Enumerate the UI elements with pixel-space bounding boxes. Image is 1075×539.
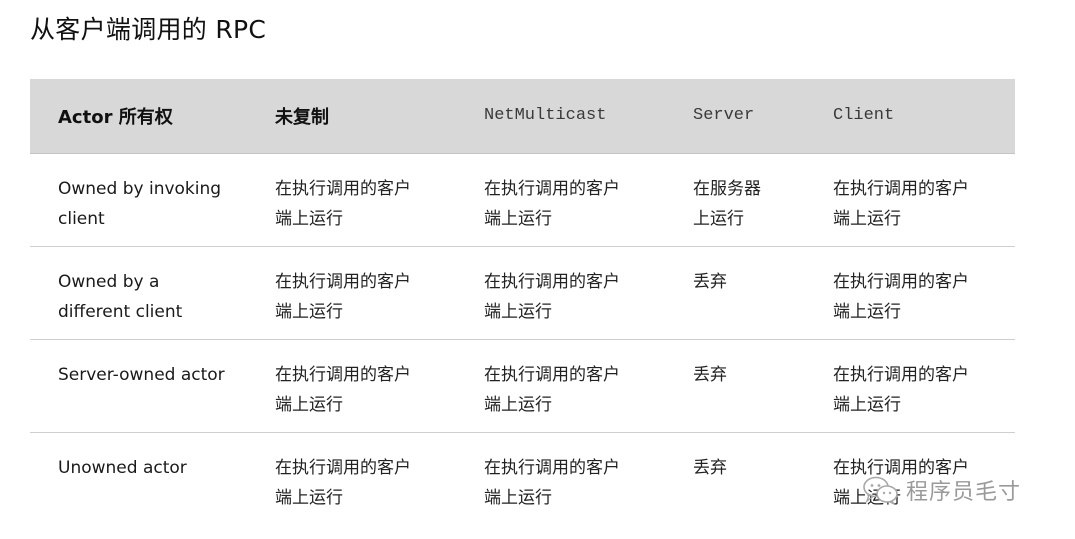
cell-server: 丢弃 — [665, 246, 805, 340]
owner-label: Unowned actor — [58, 457, 187, 478]
table-row: Owned by a different client 在执行调用的客户端上运行… — [30, 246, 1015, 340]
page-title: 从客户端调用的 RPC — [30, 15, 267, 44]
table-body: Owned by invoking client 在执行调用的客户端上运行 在执… — [30, 153, 1015, 525]
cell-owner: Server-owned actor — [30, 339, 247, 433]
cell-text: 在执行调用的客户端上运行 — [484, 364, 620, 415]
table-header: Actor 所有权 未复制 NetMulticast Server Client — [30, 79, 1015, 154]
cell-text: 在执行调用的客户端上运行 — [833, 364, 969, 415]
cell-text: 在执行调用的客户端上运行 — [275, 364, 411, 415]
cell-netmulticast: 在执行调用的客户端上运行 — [456, 432, 665, 525]
owner-label: Server-owned actor — [58, 364, 225, 385]
cell-not-replicated: 在执行调用的客户端上运行 — [247, 246, 456, 340]
header-row: Actor 所有权 未复制 NetMulticast Server Client — [30, 79, 1015, 154]
cell-client: 在执行调用的客户端上运行 — [805, 432, 1015, 525]
cell-server: 丢弃 — [665, 339, 805, 433]
rpc-table: Actor 所有权 未复制 NetMulticast Server Client… — [30, 79, 1015, 525]
cell-text: 丢弃 — [693, 271, 727, 292]
cell-owner: Owned by a different client — [30, 246, 247, 340]
cell-text: 在执行调用的客户端上运行 — [833, 457, 969, 508]
owner-label: Owned by invoking client — [58, 178, 222, 229]
cell-text: 丢弃 — [693, 364, 727, 385]
owner-label: Owned by a different client — [58, 271, 183, 322]
header-server: Server — [665, 79, 805, 154]
cell-client: 在执行调用的客户端上运行 — [805, 339, 1015, 433]
header-not-replicated: 未复制 — [247, 79, 456, 154]
cell-text: 在执行调用的客户端上运行 — [484, 457, 620, 508]
cell-not-replicated: 在执行调用的客户端上运行 — [247, 153, 456, 247]
cell-text: 在执行调用的客户端上运行 — [275, 457, 411, 508]
cell-text: 在执行调用的客户端上运行 — [484, 271, 620, 322]
table-row: Owned by invoking client 在执行调用的客户端上运行 在执… — [30, 153, 1015, 247]
cell-not-replicated: 在执行调用的客户端上运行 — [247, 339, 456, 433]
table-row: Server-owned actor 在执行调用的客户端上运行 在执行调用的客户… — [30, 339, 1015, 433]
cell-owner: Unowned actor — [30, 432, 247, 525]
header-netmulticast: NetMulticast — [456, 79, 665, 154]
cell-server: 丢弃 — [665, 432, 805, 525]
cell-netmulticast: 在执行调用的客户端上运行 — [456, 153, 665, 247]
cell-text: 在执行调用的客户端上运行 — [484, 178, 620, 229]
cell-server: 在服务器上运行 — [665, 153, 805, 247]
cell-netmulticast: 在执行调用的客户端上运行 — [456, 246, 665, 340]
cell-text: 在执行调用的客户端上运行 — [275, 271, 411, 322]
header-actor-ownership: Actor 所有权 — [30, 79, 247, 154]
cell-text: 在执行调用的客户端上运行 — [833, 178, 969, 229]
cell-text: 在执行调用的客户端上运行 — [275, 178, 411, 229]
cell-text: 在执行调用的客户端上运行 — [833, 271, 969, 322]
cell-text: 在服务器上运行 — [693, 178, 761, 229]
cell-netmulticast: 在执行调用的客户端上运行 — [456, 339, 665, 433]
table-row: Unowned actor 在执行调用的客户端上运行 在执行调用的客户端上运行 … — [30, 432, 1015, 525]
cell-client: 在执行调用的客户端上运行 — [805, 153, 1015, 247]
cell-owner: Owned by invoking client — [30, 153, 247, 247]
cell-text: 丢弃 — [693, 457, 727, 478]
cell-not-replicated: 在执行调用的客户端上运行 — [247, 432, 456, 525]
cell-client: 在执行调用的客户端上运行 — [805, 246, 1015, 340]
header-client: Client — [805, 79, 1015, 154]
